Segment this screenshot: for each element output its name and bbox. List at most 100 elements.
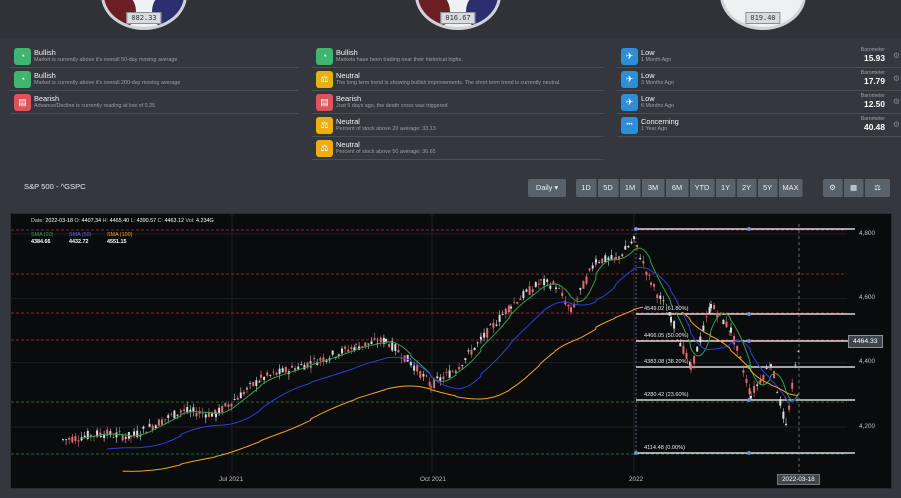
candle-body	[313, 358, 316, 360]
signal-title: Bearish	[34, 94, 60, 103]
candle-body	[753, 385, 756, 393]
signals-column-1: ◔ Bullish Market is currently above it's o…	[10, 45, 298, 114]
candle-body	[486, 328, 489, 338]
candle-body	[516, 302, 519, 304]
candle-body	[385, 338, 387, 342]
range-button-3m[interactable]: 3M	[642, 179, 665, 197]
candle-body	[269, 375, 272, 376]
fib-handle	[634, 451, 638, 455]
candle-body	[633, 236, 635, 240]
candle-body	[151, 425, 154, 430]
candle-body	[476, 342, 479, 344]
candle-body	[458, 367, 461, 370]
range-button-1d[interactable]: 1D	[576, 179, 597, 197]
candle-body	[582, 281, 585, 289]
range-button-5y[interactable]: 5Y	[758, 179, 778, 197]
gauge-icon: ◔	[14, 48, 31, 65]
range-button-6m[interactable]: 6M	[666, 179, 689, 197]
candle-body	[759, 379, 762, 384]
candle-body	[350, 347, 353, 349]
gauge-icon: ◔	[14, 71, 31, 88]
fib-handle	[634, 227, 638, 231]
range-button-ytd[interactable]: YTD	[690, 179, 715, 197]
candle-body	[246, 387, 248, 390]
candle-body	[413, 365, 416, 371]
candle-body	[397, 350, 400, 353]
candle-body	[639, 258, 642, 260]
fib-handle	[747, 339, 751, 343]
gear-icon[interactable]: ⚙	[893, 74, 900, 83]
legend-value: 4384.66	[31, 239, 51, 245]
candle-body	[121, 435, 124, 441]
candle-body	[100, 436, 102, 437]
interval-dropdown[interactable]: Daily ▾	[528, 179, 566, 197]
candle-body	[483, 332, 486, 338]
candle-body	[745, 379, 748, 383]
signals-column-3: ✈ Low 1 Month Ago Barometer 15.93 ⚙ ✈ Low 3 Mont…	[617, 45, 901, 137]
candle-body	[588, 268, 591, 271]
candle-body	[77, 440, 80, 442]
candle-body	[507, 305, 510, 313]
candle-body	[770, 364, 772, 368]
gear-icon[interactable]: ⚙	[893, 97, 900, 106]
candle-body	[106, 429, 109, 436]
candle-body	[430, 386, 432, 388]
gauge-value: 016.67	[440, 12, 476, 24]
candle-body	[785, 423, 787, 426]
range-button-2y[interactable]: 2Y	[737, 179, 757, 197]
gear-icon[interactable]: ⚙	[893, 120, 900, 129]
candle-body	[525, 289, 528, 292]
candle-body	[370, 341, 373, 344]
range-button-max[interactable]: MAX	[779, 179, 803, 197]
calculator-button[interactable]: ▦	[844, 179, 864, 197]
close-label: C:	[157, 218, 163, 224]
gauge-value: 082.33	[126, 12, 162, 24]
settings-button[interactable]: ⚙	[823, 179, 843, 197]
legend-name: SMA (20)	[31, 232, 54, 238]
scale-icon: ⚖	[316, 71, 333, 88]
range-button-5d[interactable]: 5D	[598, 179, 619, 197]
candle-body	[595, 259, 597, 263]
fib-label: 4383.08 (38.20%)	[643, 359, 690, 365]
candle-body	[142, 426, 145, 429]
candle-body	[373, 338, 376, 340]
candle-body	[528, 286, 531, 295]
compare-button[interactable]: ⚖	[865, 179, 890, 197]
signal-row: ✈ Low 3 Months Ago Barometer 17.79 ⚙	[617, 68, 901, 91]
signal-row: ⚖ Neutral The long term trend is showing b…	[312, 68, 604, 91]
x-axis-label: Oct 2021	[420, 476, 446, 483]
candle-body	[224, 403, 227, 407]
barometer: Barometer 15.93	[861, 47, 885, 63]
candle-body	[705, 316, 708, 318]
calculator-icon: ▦	[850, 183, 857, 192]
chart-title: S&P 500 - ^GSPC	[24, 182, 86, 191]
signal-row: ◔ Bullish Market is currently above it's o…	[10, 68, 298, 91]
plane-icon: ✈	[621, 94, 638, 111]
range-button-1y[interactable]: 1Y	[716, 179, 736, 197]
candle-body	[439, 377, 442, 381]
candle-body	[713, 304, 716, 310]
candle-body	[653, 284, 656, 287]
candle-body	[510, 306, 512, 309]
chart-canvas[interactable]	[11, 214, 893, 490]
fib-label: 4549.02 (61.80%)	[643, 306, 690, 312]
gear-icon[interactable]: ⚙	[893, 51, 900, 60]
candle-body	[227, 404, 230, 407]
candle-body	[742, 370, 745, 373]
candle-body	[648, 274, 651, 276]
candle-body	[291, 365, 293, 368]
candle-body	[176, 414, 179, 416]
candle-body	[513, 301, 516, 303]
candle-body	[788, 405, 791, 410]
range-button-1m[interactable]: 1M	[620, 179, 641, 197]
price-chart[interactable]: Date: 2022-03-18 O: 4407.34 H: 4465.40 L…	[10, 213, 892, 489]
candle-body	[68, 437, 71, 440]
plane-icon: ✈	[621, 48, 638, 65]
candle-body	[519, 298, 522, 300]
candle-body	[549, 285, 552, 289]
candle-body	[161, 419, 163, 425]
candle-body	[183, 409, 186, 412]
low-value: 4390.57	[136, 218, 157, 224]
candle-body	[255, 380, 258, 386]
candle-body	[570, 307, 572, 313]
